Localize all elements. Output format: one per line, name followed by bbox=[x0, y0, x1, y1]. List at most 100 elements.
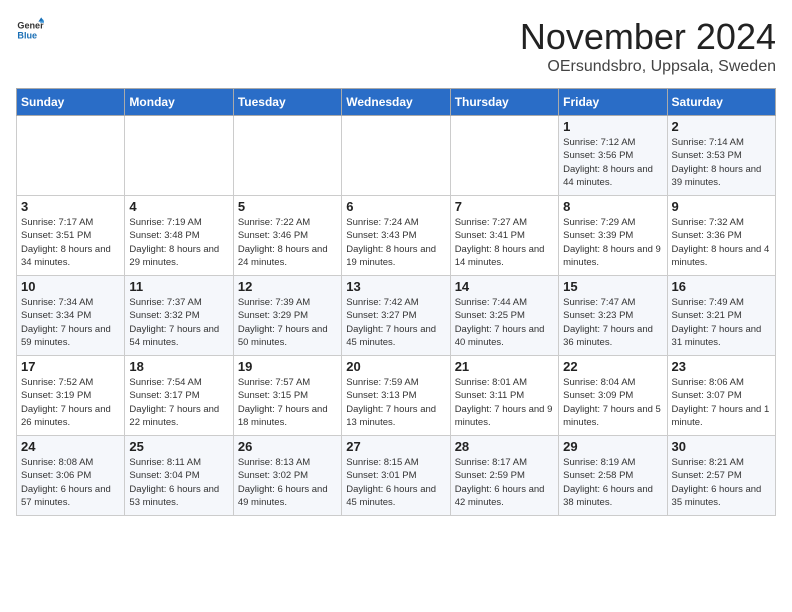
calendar-cell: 5Sunrise: 7:22 AM Sunset: 3:46 PM Daylig… bbox=[233, 196, 341, 276]
day-info: Sunrise: 7:59 AM Sunset: 3:13 PM Dayligh… bbox=[346, 376, 445, 429]
day-info: Sunrise: 7:44 AM Sunset: 3:25 PM Dayligh… bbox=[455, 296, 554, 349]
day-number: 1 bbox=[563, 119, 662, 134]
header-wednesday: Wednesday bbox=[342, 89, 450, 116]
calendar-cell: 30Sunrise: 8:21 AM Sunset: 2:57 PM Dayli… bbox=[667, 436, 775, 516]
calendar-cell: 27 Sunrise: 8:15 AM Sunset: 3:01 PM Dayli… bbox=[342, 436, 450, 516]
day-info: Sunrise: 7:32 AM Sunset: 3:36 PM Dayligh… bbox=[672, 216, 771, 269]
calendar-week-3: 10Sunrise: 7:34 AM Sunset: 3:34 PM Dayli… bbox=[17, 276, 776, 356]
day-number: 4 bbox=[129, 199, 228, 214]
calendar-cell bbox=[125, 116, 233, 196]
day-info: Sunrise: 8:17 AM Sunset: 2:59 PM Dayligh… bbox=[455, 456, 554, 509]
calendar-table: SundayMondayTuesdayWednesdayThursdayFrid… bbox=[16, 88, 776, 516]
day-info: Sunrise: 8:04 AM Sunset: 3:09 PM Dayligh… bbox=[563, 376, 662, 429]
day-number: 26 bbox=[238, 439, 337, 454]
day-info: Sunrise: 8:11 AM Sunset: 3:04 PM Dayligh… bbox=[129, 456, 228, 509]
day-number: 12 bbox=[238, 279, 337, 294]
calendar-cell bbox=[342, 116, 450, 196]
day-info: Sunrise: 8:08 AM Sunset: 3:06 PM Dayligh… bbox=[21, 456, 120, 509]
day-info: Sunrise: 8:15 AM Sunset: 3:01 PM Dayligh… bbox=[346, 456, 445, 509]
calendar-cell: 21 Sunrise: 8:01 AM Sunset: 3:11 PM Dayli… bbox=[450, 356, 558, 436]
calendar-cell: 29Sunrise: 8:19 AM Sunset: 2:58 PM Dayli… bbox=[559, 436, 667, 516]
calendar-cell: 28Sunrise: 8:17 AM Sunset: 2:59 PM Dayli… bbox=[450, 436, 558, 516]
day-info: Sunrise: 8:01 AM Sunset: 3:11 PM Dayligh… bbox=[455, 376, 554, 429]
day-number: 20 bbox=[346, 359, 445, 374]
header-sunday: Sunday bbox=[17, 89, 125, 116]
day-number: 13 bbox=[346, 279, 445, 294]
header-friday: Friday bbox=[559, 89, 667, 116]
calendar-week-2: 3 Sunrise: 7:17 AM Sunset: 3:51 PM Daylig… bbox=[17, 196, 776, 276]
day-info: Sunrise: 7:34 AM Sunset: 3:34 PM Dayligh… bbox=[21, 296, 120, 349]
day-number: 14 bbox=[455, 279, 554, 294]
day-info: Sunrise: 7:57 AM Sunset: 3:15 PM Dayligh… bbox=[238, 376, 337, 429]
day-info: Sunrise: 7:47 AM Sunset: 3:23 PM Dayligh… bbox=[563, 296, 662, 349]
calendar-cell: 24 Sunrise: 8:08 AM Sunset: 3:06 PM Dayli… bbox=[17, 436, 125, 516]
calendar-cell: 26 Sunrise: 8:13 AM Sunset: 3:02 PM Dayli… bbox=[233, 436, 341, 516]
day-info: Sunrise: 7:17 AM Sunset: 3:51 PM Dayligh… bbox=[21, 216, 120, 269]
calendar-cell: 13 Sunrise: 7:42 AM Sunset: 3:27 PM Dayli… bbox=[342, 276, 450, 356]
day-number: 24 bbox=[21, 439, 120, 454]
day-info: Sunrise: 7:39 AM Sunset: 3:29 PM Dayligh… bbox=[238, 296, 337, 349]
day-info: Sunrise: 7:37 AM Sunset: 3:32 PM Dayligh… bbox=[129, 296, 228, 349]
day-info: Sunrise: 7:52 AM Sunset: 3:19 PM Dayligh… bbox=[21, 376, 120, 429]
logo: General Blue bbox=[16, 16, 44, 44]
calendar-cell: 4Sunrise: 7:19 AM Sunset: 3:48 PM Daylig… bbox=[125, 196, 233, 276]
day-number: 29 bbox=[563, 439, 662, 454]
day-number: 18 bbox=[129, 359, 228, 374]
calendar-cell: 19 Sunrise: 7:57 AM Sunset: 3:15 PM Dayli… bbox=[233, 356, 341, 436]
calendar-cell: 12 Sunrise: 7:39 AM Sunset: 3:29 PM Dayli… bbox=[233, 276, 341, 356]
svg-text:General: General bbox=[17, 21, 44, 31]
day-number: 30 bbox=[672, 439, 771, 454]
day-number: 27 bbox=[346, 439, 445, 454]
day-info: Sunrise: 7:14 AM Sunset: 3:53 PM Dayligh… bbox=[672, 136, 771, 189]
calendar-cell: 25 Sunrise: 8:11 AM Sunset: 3:04 PM Dayli… bbox=[125, 436, 233, 516]
location-subtitle: OErsundsbro, Uppsala, Sweden bbox=[520, 58, 776, 76]
calendar-cell: 20 Sunrise: 7:59 AM Sunset: 3:13 PM Dayli… bbox=[342, 356, 450, 436]
logo-icon: General Blue bbox=[16, 16, 44, 44]
day-number: 3 bbox=[21, 199, 120, 214]
month-title: November 2024 bbox=[520, 16, 776, 58]
day-info: Sunrise: 8:13 AM Sunset: 3:02 PM Dayligh… bbox=[238, 456, 337, 509]
calendar-cell: 23Sunrise: 8:06 AM Sunset: 3:07 PM Dayli… bbox=[667, 356, 775, 436]
calendar-cell: 9 Sunrise: 7:32 AM Sunset: 3:36 PM Daylig… bbox=[667, 196, 775, 276]
header-tuesday: Tuesday bbox=[233, 89, 341, 116]
calendar-cell bbox=[17, 116, 125, 196]
calendar-cell: 1 Sunrise: 7:12 AM Sunset: 3:56 PM Daylig… bbox=[559, 116, 667, 196]
day-number: 16 bbox=[672, 279, 771, 294]
svg-text:Blue: Blue bbox=[17, 30, 37, 40]
day-info: Sunrise: 7:29 AM Sunset: 3:39 PM Dayligh… bbox=[563, 216, 662, 269]
day-info: Sunrise: 7:49 AM Sunset: 3:21 PM Dayligh… bbox=[672, 296, 771, 349]
day-info: Sunrise: 7:42 AM Sunset: 3:27 PM Dayligh… bbox=[346, 296, 445, 349]
calendar-cell: 14 Sunrise: 7:44 AM Sunset: 3:25 PM Dayli… bbox=[450, 276, 558, 356]
day-number: 7 bbox=[455, 199, 554, 214]
calendar-cell: 2 Sunrise: 7:14 AM Sunset: 3:53 PM Daylig… bbox=[667, 116, 775, 196]
day-number: 19 bbox=[238, 359, 337, 374]
day-number: 25 bbox=[129, 439, 228, 454]
header-monday: Monday bbox=[125, 89, 233, 116]
calendar-cell: 3 Sunrise: 7:17 AM Sunset: 3:51 PM Daylig… bbox=[17, 196, 125, 276]
header-saturday: Saturday bbox=[667, 89, 775, 116]
calendar-cell: 6 Sunrise: 7:24 AM Sunset: 3:43 PM Daylig… bbox=[342, 196, 450, 276]
day-number: 2 bbox=[672, 119, 771, 134]
calendar-week-5: 24 Sunrise: 8:08 AM Sunset: 3:06 PM Dayli… bbox=[17, 436, 776, 516]
day-info: Sunrise: 7:24 AM Sunset: 3:43 PM Dayligh… bbox=[346, 216, 445, 269]
calendar-header-row: SundayMondayTuesdayWednesdayThursdayFrid… bbox=[17, 89, 776, 116]
header-thursday: Thursday bbox=[450, 89, 558, 116]
calendar-cell: 15 Sunrise: 7:47 AM Sunset: 3:23 PM Dayli… bbox=[559, 276, 667, 356]
calendar-cell: 18 Sunrise: 7:54 AM Sunset: 3:17 PM Dayli… bbox=[125, 356, 233, 436]
title-block: November 2024 OErsundsbro, Uppsala, Swed… bbox=[520, 16, 776, 76]
calendar-cell: 16 Sunrise: 7:49 AM Sunset: 3:21 PM Dayli… bbox=[667, 276, 775, 356]
day-number: 9 bbox=[672, 199, 771, 214]
calendar-cell: 10Sunrise: 7:34 AM Sunset: 3:34 PM Dayli… bbox=[17, 276, 125, 356]
day-info: Sunrise: 8:06 AM Sunset: 3:07 PM Dayligh… bbox=[672, 376, 771, 429]
calendar-week-4: 17Sunrise: 7:52 AM Sunset: 3:19 PM Dayli… bbox=[17, 356, 776, 436]
day-number: 15 bbox=[563, 279, 662, 294]
day-number: 22 bbox=[563, 359, 662, 374]
day-number: 21 bbox=[455, 359, 554, 374]
calendar-week-1: 1 Sunrise: 7:12 AM Sunset: 3:56 PM Daylig… bbox=[17, 116, 776, 196]
day-number: 8 bbox=[563, 199, 662, 214]
calendar-cell: 17Sunrise: 7:52 AM Sunset: 3:19 PM Dayli… bbox=[17, 356, 125, 436]
day-info: Sunrise: 7:54 AM Sunset: 3:17 PM Dayligh… bbox=[129, 376, 228, 429]
day-number: 6 bbox=[346, 199, 445, 214]
calendar-cell bbox=[233, 116, 341, 196]
day-info: Sunrise: 7:12 AM Sunset: 3:56 PM Dayligh… bbox=[563, 136, 662, 189]
